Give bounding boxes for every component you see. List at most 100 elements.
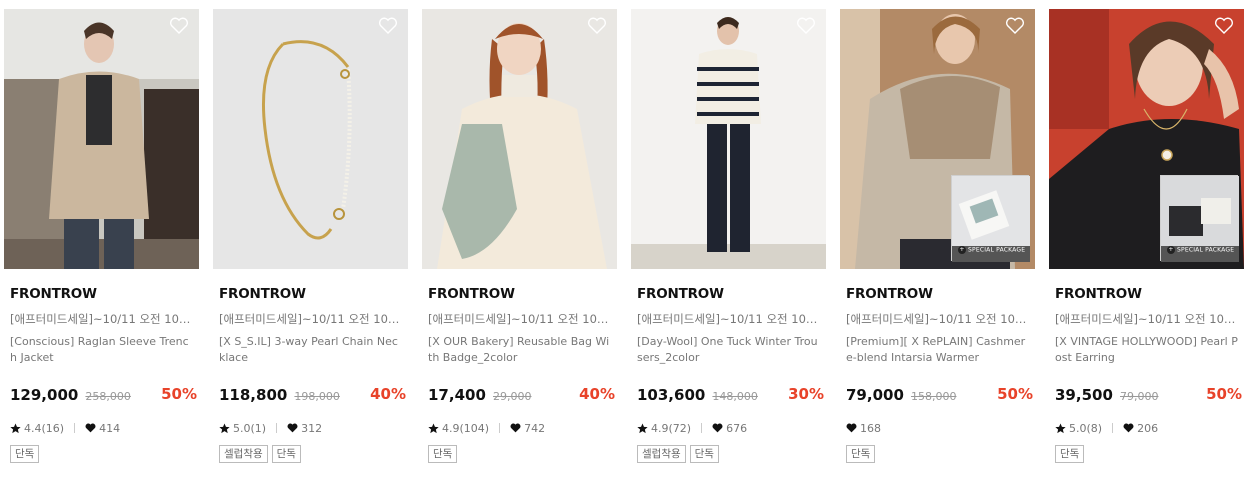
- product-card[interactable]: FRONTROW [애프터미드세일]~10/11 오전 10시... [Day-…: [631, 9, 826, 479]
- product-image[interactable]: [213, 9, 408, 269]
- product-name[interactable]: [Premium][ X RePLAIN] Cashmere-blend Int…: [846, 334, 1030, 366]
- original-price: 158,000: [910, 390, 957, 403]
- star-icon: [219, 422, 230, 433]
- special-package-label: + SPECIAL PACKAGE: [1167, 246, 1235, 254]
- product-grid: FRONTROW [애프터미드세일]~10/11 오전 10시... [Cons…: [4, 9, 1247, 479]
- price-row: 79,000 158,000 50%: [846, 385, 1033, 405]
- tag-list: 단독: [1055, 445, 1088, 463]
- rating-text: 4.4(16): [24, 421, 65, 435]
- original-price: 148,000: [712, 390, 758, 403]
- meta-divider: [74, 423, 76, 433]
- sale-price: 39,500: [1055, 386, 1113, 404]
- wishlist-heart-icon[interactable]: [378, 17, 398, 35]
- review-meta: 4.4(16) 414: [10, 421, 120, 435]
- tag-list: 단독: [846, 445, 879, 463]
- brand-name[interactable]: FRONTROW: [428, 286, 515, 302]
- star-icon: [1055, 422, 1066, 433]
- sale-price: 103,600: [637, 386, 706, 404]
- product-card[interactable]: + SPECIAL PACKAGE FRONTROW [애프터미드세일]~10/1…: [1049, 9, 1244, 479]
- price-row: 39,500 79,000 50%: [1055, 385, 1242, 405]
- star-icon: [10, 422, 21, 433]
- promo-text: [애프터미드세일]~10/11 오전 10시...: [637, 312, 823, 326]
- heart-filled-icon: [287, 423, 298, 433]
- discount-rate: 50%: [1206, 385, 1242, 403]
- brand-name[interactable]: FRONTROW: [637, 286, 724, 302]
- product-name[interactable]: [X VINTAGE HOLLYWOOD] Pearl Post Earring: [1055, 334, 1239, 366]
- review-meta: 4.9(72) 676: [637, 421, 747, 435]
- price-row: 17,400 29,000 40%: [428, 385, 615, 405]
- price-row: 103,600 148,000 30%: [637, 385, 824, 405]
- product-image[interactable]: [422, 9, 617, 269]
- plus-icon: +: [1167, 246, 1175, 254]
- original-price: 258,000: [85, 390, 131, 403]
- sale-price: 129,000: [10, 386, 79, 404]
- meta-divider: [1112, 423, 1114, 433]
- tag-list: 셀럽착용 단독: [219, 445, 305, 463]
- product-image[interactable]: [631, 9, 826, 269]
- brand-name[interactable]: FRONTROW: [219, 286, 306, 302]
- original-price: 29,000: [492, 390, 532, 403]
- brand-name[interactable]: FRONTROW: [10, 286, 97, 302]
- price-row: 118,800 198,000 40%: [219, 385, 406, 405]
- tag-list: 단독: [10, 445, 43, 463]
- like-count: 206: [1137, 421, 1159, 435]
- tag-list: 셀럽착용 단독: [637, 445, 723, 463]
- like-count: 414: [99, 421, 121, 435]
- discount-rate: 40%: [370, 385, 406, 403]
- tag-badge: 단독: [10, 445, 40, 463]
- special-package-badge: + SPECIAL PACKAGE: [951, 175, 1030, 262]
- product-image[interactable]: + SPECIAL PACKAGE: [840, 9, 1035, 269]
- plus-icon: +: [958, 246, 966, 254]
- review-meta: 168: [846, 421, 881, 435]
- sale-price: 118,800: [219, 386, 288, 404]
- product-card[interactable]: FRONTROW [애프터미드세일]~10/11 오전 10시... [X S_…: [213, 9, 408, 479]
- rating-text: 4.9(104): [442, 421, 490, 435]
- discount-rate: 50%: [997, 385, 1033, 403]
- star-icon: [637, 422, 648, 433]
- discount-rate: 50%: [161, 385, 197, 403]
- product-image[interactable]: [4, 9, 199, 269]
- tag-badge: 셀럽착용: [219, 445, 268, 463]
- star-icon: [428, 422, 439, 433]
- brand-name[interactable]: FRONTROW: [1055, 286, 1142, 302]
- discount-rate: 40%: [579, 385, 615, 403]
- tag-list: 단독: [428, 445, 461, 463]
- tag-badge: 단독: [271, 445, 301, 463]
- product-name[interactable]: [X OUR Bakery] Reusable Bag With Badge_2…: [428, 334, 612, 366]
- promo-text: [애프터미드세일]~10/11 오전 10시...: [428, 312, 614, 326]
- wishlist-heart-icon[interactable]: [1214, 17, 1234, 35]
- promo-text: [애프터미드세일]~10/11 오전 10시...: [219, 312, 405, 326]
- meta-divider: [701, 423, 703, 433]
- tag-badge: 단독: [689, 445, 719, 463]
- like-count: 676: [726, 421, 748, 435]
- product-image[interactable]: + SPECIAL PACKAGE: [1049, 9, 1244, 269]
- tag-badge: 단독: [1055, 445, 1085, 463]
- original-price: 198,000: [294, 390, 340, 403]
- like-count: 742: [524, 421, 546, 435]
- product-name[interactable]: [Day-Wool] One Tuck Winter Trousers_2col…: [637, 334, 821, 366]
- wishlist-heart-icon[interactable]: [1005, 17, 1025, 35]
- heart-filled-icon: [846, 423, 857, 433]
- product-card[interactable]: + SPECIAL PACKAGE FRONTROW [애프터미드세일]~10/1…: [840, 9, 1035, 479]
- sale-price: 79,000: [846, 386, 904, 404]
- product-card[interactable]: FRONTROW [애프터미드세일]~10/11 오전 10시... [Cons…: [4, 9, 199, 479]
- rating-text: 5.0(1): [233, 421, 267, 435]
- meta-divider: [276, 423, 278, 433]
- sale-price: 17,400: [428, 386, 486, 404]
- price-row: 129,000 258,000 50%: [10, 385, 197, 405]
- wishlist-heart-icon[interactable]: [169, 17, 189, 35]
- review-meta: 5.0(8) 206: [1055, 421, 1158, 435]
- tag-badge: 셀럽착용: [637, 445, 686, 463]
- brand-name[interactable]: FRONTROW: [846, 286, 933, 302]
- product-name[interactable]: [Conscious] Raglan Sleeve Trench Jacket: [10, 334, 194, 366]
- heart-filled-icon: [510, 423, 521, 433]
- tag-badge: 단독: [846, 445, 876, 463]
- like-count: 312: [301, 421, 323, 435]
- heart-filled-icon: [1123, 423, 1134, 433]
- product-card[interactable]: FRONTROW [애프터미드세일]~10/11 오전 10시... [X OU…: [422, 9, 617, 479]
- promo-text: [애프터미드세일]~10/11 오전 10시...: [846, 312, 1032, 326]
- wishlist-heart-icon[interactable]: [587, 17, 607, 35]
- special-package-label: + SPECIAL PACKAGE: [958, 246, 1026, 254]
- wishlist-heart-icon[interactable]: [796, 17, 816, 35]
- product-name[interactable]: [X S_S.IL] 3-way Pearl Chain Necklace: [219, 334, 403, 366]
